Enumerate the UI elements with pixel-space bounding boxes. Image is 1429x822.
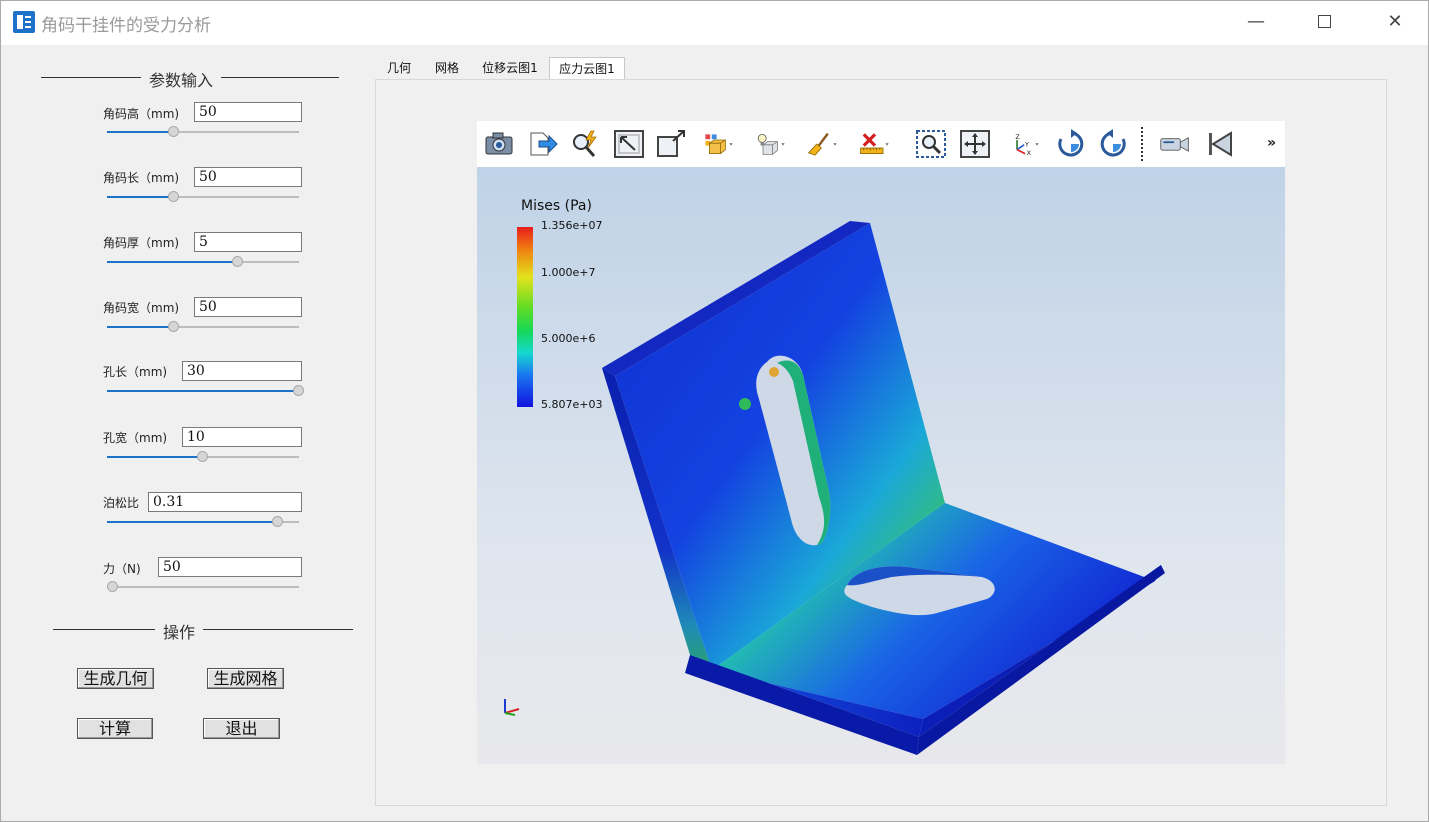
measure-delete-icon[interactable] bbox=[859, 129, 891, 159]
stress-hotspot bbox=[769, 367, 779, 377]
poisson-ratio-slider[interactable] bbox=[107, 516, 299, 527]
zoom-box-icon[interactable] bbox=[915, 129, 947, 159]
exit-button[interactable]: 退出 bbox=[203, 718, 280, 739]
legend-tick-label: 5.000e+6 bbox=[541, 332, 596, 345]
close-button[interactable]: ✕ bbox=[1377, 7, 1413, 37]
first-frame-icon[interactable] bbox=[1205, 129, 1237, 159]
height-input[interactable]: 50 bbox=[194, 102, 302, 122]
param-label: 力（N) bbox=[103, 562, 141, 576]
slider-fill bbox=[107, 131, 175, 133]
svg-text:Z: Z bbox=[1015, 133, 1020, 141]
compute-button[interactable]: 计算 bbox=[77, 718, 153, 739]
param-section-title: 参数输入 bbox=[141, 67, 222, 91]
param-label: 泊松比 bbox=[103, 496, 140, 510]
title-bar: 角码干挂件的受力分析 — ✕ bbox=[1, 1, 1428, 45]
camera-icon[interactable] bbox=[483, 129, 515, 159]
poisson-ratio-input[interactable]: 0.31 bbox=[148, 492, 302, 512]
fit-view-icon[interactable] bbox=[613, 129, 645, 159]
pan-icon[interactable] bbox=[959, 129, 991, 159]
svg-text:Y: Y bbox=[1024, 140, 1029, 148]
operation-section-title: 操作 bbox=[155, 619, 204, 643]
param-label: 角码厚（mm) bbox=[103, 236, 180, 250]
slider-fill bbox=[107, 456, 203, 458]
slider-fill bbox=[107, 521, 278, 523]
lighting-icon[interactable] bbox=[755, 129, 787, 159]
width-slider[interactable] bbox=[107, 321, 299, 332]
axes-triad-icon bbox=[504, 699, 520, 716]
slider-fill bbox=[107, 196, 175, 198]
hole-length-slider[interactable] bbox=[107, 385, 304, 396]
slider-handle[interactable] bbox=[271, 516, 283, 527]
param-label: 角码宽（mm) bbox=[103, 301, 180, 315]
legend-min-label: 5.807e+03 bbox=[541, 398, 603, 411]
thickness-input[interactable]: 5 bbox=[194, 232, 302, 252]
zoom-probe-icon[interactable] bbox=[569, 129, 601, 159]
slider-fill bbox=[107, 326, 175, 328]
tab-geometry[interactable]: 几何 bbox=[379, 57, 419, 79]
viewer-toolbar: Z Y X » bbox=[477, 121, 1285, 167]
tab-mesh[interactable]: 网格 bbox=[427, 57, 467, 79]
app-icon bbox=[13, 11, 35, 33]
maximize-button[interactable] bbox=[1306, 7, 1342, 37]
slider-handle[interactable] bbox=[231, 256, 243, 267]
height-slider[interactable] bbox=[107, 126, 299, 137]
generate-geometry-button[interactable]: 生成几何 bbox=[77, 668, 154, 689]
parameter-panel: 参数输入 角码高（mm) 50 角码长（mm) 50 角码厚（mm) 5 角码宽… bbox=[1, 46, 363, 821]
slider-handle[interactable] bbox=[168, 126, 180, 137]
stress-hotspot bbox=[739, 398, 751, 410]
rotate-ccw-icon[interactable] bbox=[1097, 129, 1129, 159]
slider-fill bbox=[107, 390, 299, 392]
hole-width-input[interactable]: 10 bbox=[182, 427, 302, 447]
stress-colorbar bbox=[517, 227, 533, 407]
legend-tick-label: 1.000e+7 bbox=[541, 266, 596, 279]
width-input[interactable]: 50 bbox=[194, 297, 302, 317]
legend-max-label: 1.356e+07 bbox=[541, 219, 603, 232]
rotate-cw-icon[interactable] bbox=[1055, 129, 1087, 159]
render-mode-icon[interactable] bbox=[703, 129, 735, 159]
generate-mesh-button[interactable]: 生成网格 bbox=[207, 668, 284, 689]
tab-displacement[interactable]: 位移云图1 bbox=[475, 57, 545, 79]
toolbar-separator bbox=[1141, 127, 1143, 161]
force-slider[interactable] bbox=[106, 581, 299, 592]
length-slider[interactable] bbox=[107, 191, 299, 202]
hole-length-input[interactable]: 30 bbox=[182, 361, 302, 381]
clean-icon[interactable] bbox=[807, 129, 839, 159]
force-input[interactable]: 50 bbox=[158, 557, 302, 577]
stress-contour-model bbox=[602, 221, 1165, 755]
slider-handle[interactable] bbox=[168, 321, 180, 332]
thickness-slider[interactable] bbox=[107, 256, 299, 267]
minimize-button[interactable]: — bbox=[1238, 7, 1274, 37]
param-label: 角码长（mm) bbox=[103, 171, 180, 185]
param-label: 孔宽（mm) bbox=[103, 431, 168, 445]
slider-handle[interactable] bbox=[106, 581, 118, 592]
zoom-extent-icon[interactable] bbox=[655, 129, 687, 159]
tab-stress[interactable]: 应力云图1 bbox=[549, 57, 625, 79]
toolbar-more-button[interactable]: » bbox=[1267, 135, 1276, 151]
app-window: 角码干挂件的受力分析 — ✕ 参数输入 角码高（mm) 50 角码长（mm) 5… bbox=[0, 0, 1429, 822]
slider-handle[interactable] bbox=[293, 385, 304, 396]
legend-title: Mises (Pa) bbox=[521, 198, 592, 214]
window-title: 角码干挂件的受力分析 bbox=[41, 16, 211, 36]
3d-viewer[interactable]: Z Y X » Mises (Pa) 1.356e+07 1.000e+7 5.… bbox=[477, 121, 1285, 764]
record-camera-icon[interactable] bbox=[1159, 129, 1191, 159]
hole-width-slider[interactable] bbox=[107, 451, 299, 462]
param-label: 角码高（mm) bbox=[103, 107, 180, 121]
svg-text:X: X bbox=[1027, 149, 1032, 157]
slider-fill bbox=[107, 261, 238, 263]
slider-handle[interactable] bbox=[168, 191, 180, 202]
axes-orient-icon[interactable]: Z Y X bbox=[1009, 129, 1041, 159]
param-label: 孔长（mm) bbox=[103, 365, 168, 379]
export-icon[interactable] bbox=[527, 129, 559, 159]
length-input[interactable]: 50 bbox=[194, 167, 302, 187]
maximize-icon bbox=[1317, 15, 1331, 28]
slider-handle[interactable] bbox=[197, 451, 208, 462]
